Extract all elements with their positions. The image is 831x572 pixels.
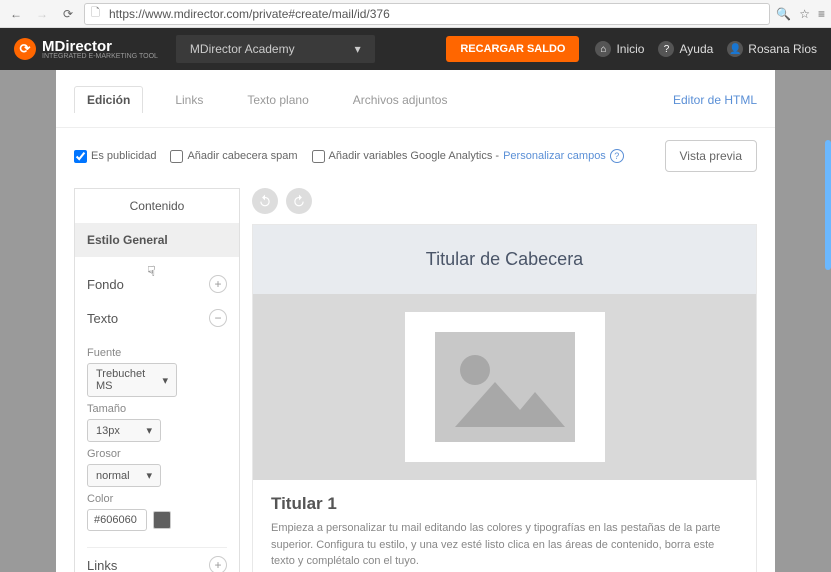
expand-links[interactable]: + bbox=[209, 556, 227, 572]
redo-button[interactable] bbox=[286, 188, 312, 214]
html-editor-link[interactable]: Editor de HTML bbox=[673, 93, 757, 107]
header-title: Titular de Cabecera bbox=[277, 249, 732, 270]
tab-links[interactable]: Links bbox=[163, 87, 215, 113]
sidebar: Contenido Estilo General Fondo + ☟ Texto… bbox=[74, 188, 240, 572]
user-icon: 👤 bbox=[727, 41, 743, 57]
forward-button[interactable]: → bbox=[32, 4, 52, 24]
help-circle-icon[interactable]: ? bbox=[610, 149, 624, 163]
app-top-bar: ⟳ MDirector INTEGRATED E-MARKETING TOOL … bbox=[0, 28, 831, 70]
grosor-dropdown[interactable]: normal ▾ bbox=[87, 464, 161, 487]
scrollbar[interactable] bbox=[825, 140, 831, 270]
texto-label: Texto bbox=[87, 311, 118, 326]
main-area: Edición Links Texto plano Archivos adjun… bbox=[0, 70, 831, 572]
color-input[interactable] bbox=[87, 509, 147, 531]
option-ad[interactable]: Es publicidad bbox=[74, 150, 156, 163]
home-link[interactable]: ⌂ Inicio bbox=[595, 41, 644, 57]
url-text: https://www.mdirector.com/private#create… bbox=[109, 7, 763, 21]
url-bar[interactable]: 🗋 https://www.mdirector.com/private#crea… bbox=[84, 3, 770, 25]
undo-button[interactable] bbox=[252, 188, 278, 214]
tab-edit[interactable]: Edición bbox=[74, 86, 143, 113]
image-placeholder bbox=[405, 312, 605, 462]
personalize-link[interactable]: Personalizar campos bbox=[503, 150, 606, 162]
option-ga[interactable]: Añadir variables Google Analytics - Pers… bbox=[312, 149, 624, 163]
canvas-area: Titular de Cabecera Titular 1 bbox=[240, 188, 757, 572]
option-spam[interactable]: Añadir cabecera spam bbox=[170, 150, 297, 163]
expand-fondo[interactable]: + bbox=[209, 275, 227, 293]
reload-button[interactable]: ⟳ bbox=[58, 4, 78, 24]
chevron-down-icon: ▾ bbox=[146, 424, 152, 437]
chevron-down-icon: ▾ bbox=[146, 469, 152, 482]
menu-icon[interactable]: ≡ bbox=[818, 7, 825, 21]
reload-balance-button[interactable]: RECARGAR SALDO bbox=[446, 36, 579, 62]
editor-body: Contenido Estilo General Fondo + ☟ Texto… bbox=[56, 188, 775, 572]
logo-icon: ⟳ bbox=[14, 38, 36, 60]
chevron-down-icon: ▾ bbox=[162, 374, 168, 387]
header-block[interactable]: Titular de Cabecera bbox=[253, 225, 756, 294]
options-row: Es publicidad Añadir cabecera spam Añadi… bbox=[56, 128, 775, 184]
text-body: Empieza a personalizar tu mail editando … bbox=[271, 520, 738, 570]
browser-chrome: ← → ⟳ 🗋 https://www.mdirector.com/privat… bbox=[0, 0, 831, 28]
star-icon[interactable]: ☆ bbox=[799, 7, 810, 21]
color-swatch[interactable] bbox=[153, 511, 171, 529]
tab-attachments[interactable]: Archivos adjuntos bbox=[341, 87, 460, 113]
sidebar-tab-content[interactable]: Contenido bbox=[74, 188, 240, 223]
collapse-texto[interactable]: − bbox=[209, 309, 227, 327]
account-dropdown[interactable]: MDirector Academy ▾ bbox=[176, 35, 375, 63]
home-icon: ⌂ bbox=[595, 41, 611, 57]
chevron-down-icon: ▾ bbox=[355, 42, 361, 56]
grosor-label: Grosor bbox=[87, 448, 227, 460]
general-style-header[interactable]: Estilo General bbox=[74, 223, 240, 257]
checkbox-ga[interactable] bbox=[312, 150, 325, 163]
image-placeholder-icon bbox=[435, 332, 575, 442]
brand-sub: INTEGRATED E-MARKETING TOOL bbox=[42, 53, 158, 60]
help-icon: ? bbox=[658, 41, 674, 57]
links-label: Links bbox=[87, 558, 117, 572]
fondo-label: Fondo bbox=[87, 277, 124, 292]
text-block[interactable]: Titular 1 Empieza a personalizar tu mail… bbox=[253, 480, 756, 572]
image-block[interactable] bbox=[253, 294, 756, 480]
user-link[interactable]: 👤 Rosana Rios bbox=[727, 41, 817, 57]
account-name: MDirector Academy bbox=[190, 42, 295, 56]
tamano-label: Tamaño bbox=[87, 403, 227, 415]
email-canvas[interactable]: Titular de Cabecera Titular 1 bbox=[252, 224, 757, 572]
tabs-row: Edición Links Texto plano Archivos adjun… bbox=[56, 86, 775, 128]
checkbox-spam[interactable] bbox=[170, 150, 183, 163]
fuente-label: Fuente bbox=[87, 347, 227, 359]
cursor-icon: ☟ bbox=[147, 263, 156, 280]
help-link[interactable]: ? Ayuda bbox=[658, 41, 713, 57]
text-title: Titular 1 bbox=[271, 494, 738, 514]
checkbox-ad[interactable] bbox=[74, 150, 87, 163]
page-icon: 🗋 bbox=[91, 4, 105, 23]
editor-panel: Edición Links Texto plano Archivos adjun… bbox=[56, 70, 775, 572]
tab-plain-text[interactable]: Texto plano bbox=[235, 87, 320, 113]
fuente-dropdown[interactable]: Trebuchet MS ▾ bbox=[87, 363, 177, 397]
back-button[interactable]: ← bbox=[6, 4, 26, 24]
logo[interactable]: ⟳ MDirector INTEGRATED E-MARKETING TOOL bbox=[14, 38, 158, 60]
tamano-dropdown[interactable]: 13px ▾ bbox=[87, 419, 161, 442]
preview-button[interactable]: Vista previa bbox=[665, 140, 757, 172]
color-label: Color bbox=[87, 493, 227, 505]
search-icon[interactable]: 🔍 bbox=[776, 7, 791, 21]
